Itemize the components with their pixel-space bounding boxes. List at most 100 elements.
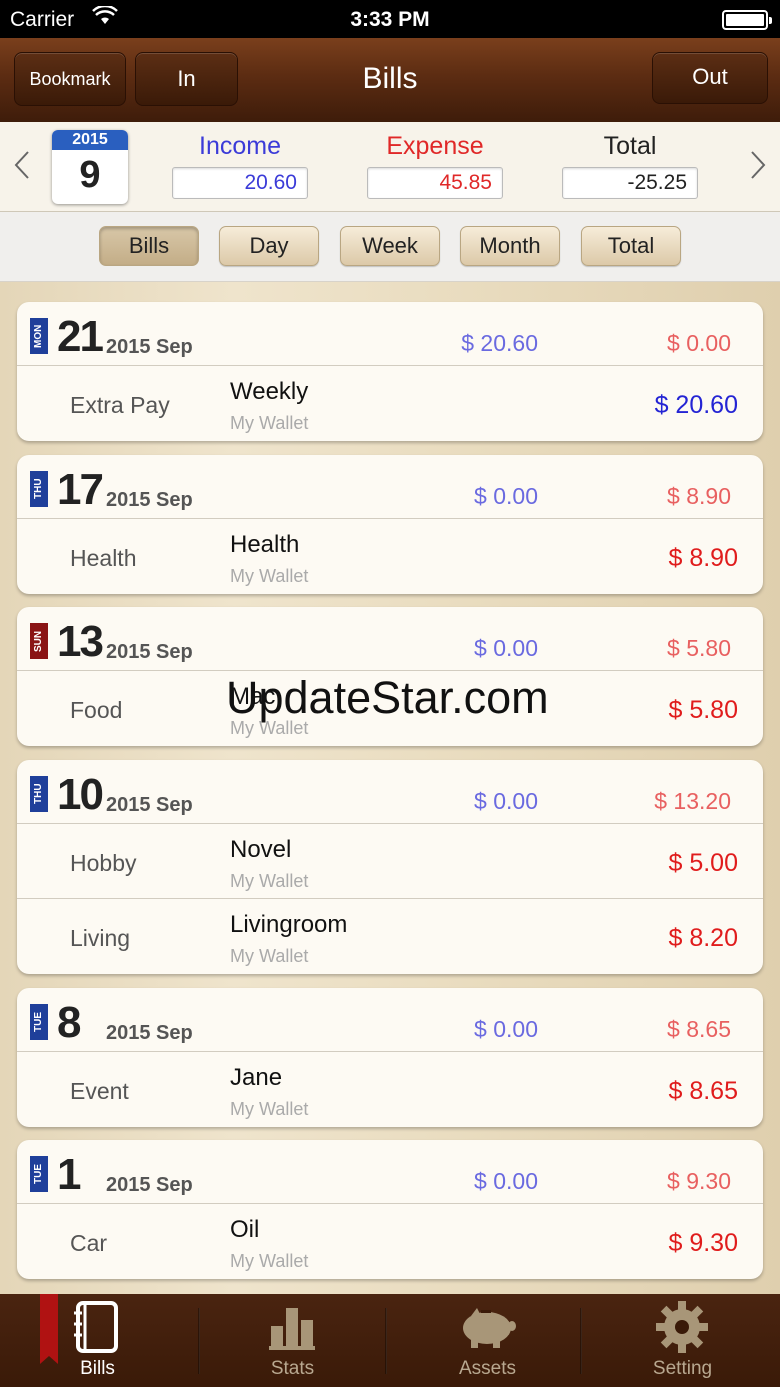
day-number: 17 [57,465,104,514]
tab-label: Setting [652,1358,713,1379]
day-expense: $ 8.90 [667,483,731,509]
day-card: TUE 1 2015 Sep $ 0.00 $ 9.30 Car Oil My … [17,1140,763,1279]
entry-category: Car [70,1230,108,1256]
entry-amount: $ 8.65 [668,1077,738,1105]
entry-amount: $ 5.80 [668,696,738,724]
day-card: THU 10 2015 Sep $ 0.00 $ 13.20 Hobby Nov… [17,760,763,974]
segment-day[interactable]: Day [219,226,319,266]
segment-total[interactable]: Total [581,226,681,266]
chevron-left-icon[interactable] [14,150,30,188]
entry-amount: $ 20.60 [654,391,738,419]
bill-entry[interactable]: Car Oil My Wallet $ 9.30 [17,1204,763,1279]
day-expense: $ 5.80 [667,635,731,661]
weekday-badge: THU [30,471,48,507]
tab-setting[interactable]: Setting [585,1294,780,1387]
day-number: 21 [57,312,104,361]
year-month: 2015 Sep [106,1022,193,1044]
month-summary: 2015 9 Income 20.60 Expense 45.85 Total … [0,122,780,212]
tab-divider [580,1308,582,1374]
entry-category: Food [70,697,123,723]
entry-category: Hobby [70,850,137,876]
day-header: THU 17 2015 Sep $ 0.00 $ 8.90 [17,455,763,519]
expense-value: 45.85 [367,167,503,199]
tab-divider [385,1308,387,1374]
day-income: $ 0.00 [474,1016,538,1042]
weekday-badge: TUE [30,1156,48,1192]
day-card: TUE 8 2015 Sep $ 0.00 $ 8.65 Event Jane … [17,988,763,1127]
tab-label: Stats [270,1358,315,1379]
entry-wallet: My Wallet [230,1099,309,1119]
tab-bar: Bills Stats Assets Setting [0,1294,780,1387]
calendar-year: 2015 [52,130,128,150]
tab-label: Assets [458,1358,517,1379]
bill-entry[interactable]: Hobby Novel My Wallet $ 5.00 [17,824,763,899]
weekday-badge: MON [30,318,48,354]
day-number: 13 [57,617,104,666]
day-income: $ 20.60 [461,330,538,356]
day-number: 10 [57,770,104,819]
day-number: 8 [57,998,82,1047]
income-value: 20.60 [172,167,308,199]
entry-category: Event [70,1078,129,1104]
piggy-bank-icon [463,1308,516,1348]
segment-bills[interactable]: Bills [99,226,199,266]
weekday-badge: TUE [30,1004,48,1040]
notebook-icon [74,1301,118,1353]
chevron-right-icon[interactable] [750,150,766,188]
entry-name: Weekly [230,378,309,405]
tab-label: Bills [80,1358,115,1379]
income-label: Income [199,132,281,160]
total-value: -25.25 [562,167,698,199]
bill-entry[interactable]: Living Livingroom My Wallet $ 8.20 [17,899,763,974]
tab-stats[interactable]: Stats [195,1294,390,1387]
day-card: MON 21 2015 Sep $ 20.60 $ 0.00 Extra Pay… [17,302,763,441]
tab-assets[interactable]: Assets [390,1294,585,1387]
day-header: TUE 8 2015 Sep $ 0.00 $ 8.65 [17,988,763,1052]
bill-entry[interactable]: Extra Pay Weekly My Wallet $ 20.60 [17,366,763,441]
entry-name: Livingroom [230,911,348,938]
year-month: 2015 Sep [106,1174,193,1196]
entry-wallet: My Wallet [230,413,309,433]
segment-week[interactable]: Week [340,226,440,266]
entry-category: Extra Pay [70,392,170,418]
day-expense: $ 8.65 [667,1016,731,1042]
calendar-month: 9 [79,154,101,196]
bill-entry[interactable]: Event Jane My Wallet $ 8.65 [17,1052,763,1127]
tab-bills[interactable]: Bills [0,1294,195,1387]
day-income: $ 0.00 [474,1168,538,1194]
day-card: THU 17 2015 Sep $ 0.00 $ 8.90 Health Hea… [17,455,763,594]
bill-entry[interactable]: Health Health My Wallet $ 8.90 [17,519,763,594]
calendar-icon[interactable]: 2015 9 [52,130,128,204]
entry-wallet: My Wallet [230,1251,309,1271]
gear-icon [656,1301,708,1353]
day-number: 1 [57,1150,82,1199]
day-expense: $ 13.20 [654,788,731,814]
total-label: Total [603,132,657,160]
out-button[interactable]: Out [652,52,768,104]
watermark: UpdateStar.com [226,672,549,723]
entry-name: Health [230,531,300,558]
entry-amount: $ 9.30 [668,1229,738,1257]
entry-category: Health [70,545,137,571]
status-bar: Carrier 3:33 PM [0,0,780,38]
day-header: THU 10 2015 Sep $ 0.00 $ 13.20 [17,760,763,824]
weekday-badge: SUN [30,623,48,659]
day-income: $ 0.00 [474,635,538,661]
day-header: MON 21 2015 Sep $ 20.60 $ 0.00 [17,302,763,366]
segment-month[interactable]: Month [460,226,560,266]
expense-summary: Expense 45.85 [367,132,503,199]
entry-amount: $ 5.00 [668,849,738,877]
battery-icon [722,10,772,30]
year-month: 2015 Sep [106,489,193,511]
bar-chart-icon [269,1308,315,1350]
day-income: $ 0.00 [474,788,538,814]
day-income: $ 0.00 [474,483,538,509]
clock: 3:33 PM [350,8,430,31]
year-month: 2015 Sep [106,794,193,816]
total-summary: Total -25.25 [562,132,698,199]
year-month: 2015 Sep [106,641,193,663]
income-summary: Income 20.60 [172,132,308,199]
year-month: 2015 Sep [106,336,193,358]
bills-list[interactable]: MON 21 2015 Sep $ 20.60 $ 0.00 Extra Pay… [0,282,780,1294]
entry-amount: $ 8.90 [668,544,738,572]
